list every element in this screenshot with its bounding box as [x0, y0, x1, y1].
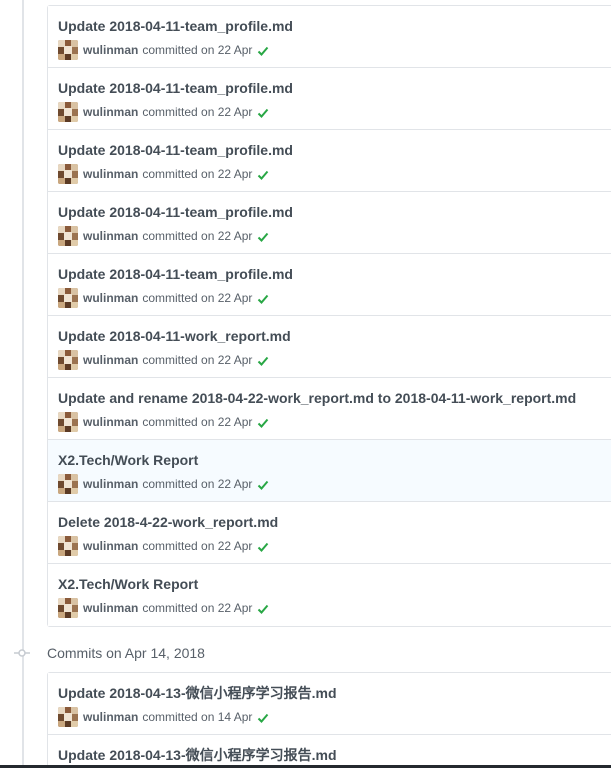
commit-date: committed on 22 Apr — [142, 601, 253, 615]
avatar[interactable] — [58, 164, 78, 184]
commit-date: committed on 22 Apr — [142, 43, 253, 57]
success-check-icon[interactable] — [257, 711, 269, 723]
commit-row: Update 2018-04-11-team_profile.md wulinm… — [48, 130, 611, 192]
success-check-icon[interactable] — [257, 354, 269, 366]
commit-row: X2.Tech/Work Report wulinman committed o… — [48, 564, 611, 626]
commit-title-link[interactable]: Update and rename 2018-04-22-work_report… — [58, 390, 611, 406]
commit-date: committed on 22 Apr — [142, 353, 253, 367]
commit-date: committed on 22 Apr — [142, 167, 253, 181]
commit-title-link[interactable]: Update 2018-04-11-team_profile.md — [58, 204, 611, 220]
commit-row: Update 2018-04-13-微信小程序学习报告.md wulinman … — [48, 673, 611, 735]
success-check-icon[interactable] — [257, 168, 269, 180]
commit-meta: wulinman committed on 22 Apr — [58, 412, 269, 432]
avatar[interactable] — [58, 536, 78, 556]
avatar[interactable] — [58, 102, 78, 122]
avatar[interactable] — [58, 40, 78, 60]
success-check-icon[interactable] — [257, 416, 269, 428]
success-check-icon[interactable] — [257, 292, 269, 304]
avatar[interactable] — [58, 598, 78, 618]
commit-title-link[interactable]: Update 2018-04-11-team_profile.md — [58, 266, 611, 282]
commit-author-link[interactable]: wulinman — [83, 601, 138, 615]
commit-author-link[interactable]: wulinman — [83, 291, 138, 305]
commit-row: Update 2018-04-11-team_profile.md wulinm… — [48, 6, 611, 68]
commit-group-date: Commits on Apr 14, 2018 — [47, 645, 205, 661]
avatar[interactable] — [58, 288, 78, 308]
commit-author-link[interactable]: wulinman — [83, 105, 138, 119]
commit-meta: wulinman committed on 22 Apr — [58, 102, 269, 122]
commit-author-link[interactable]: wulinman — [83, 353, 138, 367]
avatar[interactable] — [58, 412, 78, 432]
success-check-icon[interactable] — [257, 44, 269, 56]
commit-meta: wulinman committed on 22 Apr — [58, 164, 269, 184]
commit-meta: wulinman committed on 22 Apr — [58, 226, 269, 246]
success-check-icon[interactable] — [257, 540, 269, 552]
commit-title-link[interactable]: Update 2018-04-13-微信小程序学习报告.md — [58, 685, 611, 701]
commit-title-link[interactable]: X2.Tech/Work Report — [58, 452, 611, 468]
commit-title-link[interactable]: X2.Tech/Work Report — [58, 576, 611, 592]
commit-meta: wulinman committed on 22 Apr — [58, 598, 269, 618]
commit-row: Delete 2018-4-22-work_report.md wulinman… — [48, 502, 611, 564]
commit-title-link[interactable]: Update 2018-04-11-team_profile.md — [58, 18, 611, 34]
commit-group-heading: Commits on Apr 14, 2018 — [14, 643, 205, 663]
commit-row-highlighted: X2.Tech/Work Report wulinman committed o… — [48, 440, 611, 502]
commit-date: committed on 22 Apr — [142, 229, 253, 243]
commit-author-link[interactable]: wulinman — [83, 477, 138, 491]
commit-title-link[interactable]: Update 2018-04-11-work_report.md — [58, 328, 611, 344]
commit-meta: wulinman committed on 14 Apr — [58, 707, 269, 727]
commit-title-link[interactable]: Update 2018-04-11-team_profile.md — [58, 80, 611, 96]
commit-row: Update 2018-04-13-微信小程序学习报告.md — [48, 735, 611, 768]
commit-author-link[interactable]: wulinman — [83, 167, 138, 181]
commit-date: committed on 22 Apr — [142, 477, 253, 491]
commit-row: Update 2018-04-11-work_report.md wulinma… — [48, 316, 611, 378]
avatar[interactable] — [58, 226, 78, 246]
commit-row: Update 2018-04-11-team_profile.md wulinm… — [48, 68, 611, 130]
commit-date: committed on 22 Apr — [142, 415, 253, 429]
commit-row: Update and rename 2018-04-22-work_report… — [48, 378, 611, 440]
commit-title-link[interactable]: Update 2018-04-11-team_profile.md — [58, 142, 611, 158]
commit-date: committed on 22 Apr — [142, 291, 253, 305]
avatar[interactable] — [58, 350, 78, 370]
commit-row: Update 2018-04-11-team_profile.md wulinm… — [48, 192, 611, 254]
commit-date: committed on 14 Apr — [142, 710, 253, 724]
commit-author-link[interactable]: wulinman — [83, 43, 138, 57]
commit-meta: wulinman committed on 22 Apr — [58, 474, 269, 494]
commit-meta: wulinman committed on 22 Apr — [58, 536, 269, 556]
git-commit-icon — [14, 645, 30, 661]
commit-meta: wulinman committed on 22 Apr — [58, 350, 269, 370]
avatar[interactable] — [58, 474, 78, 494]
commit-date: committed on 22 Apr — [142, 105, 253, 119]
commit-author-link[interactable]: wulinman — [83, 229, 138, 243]
commit-list: Update 2018-04-13-微信小程序学习报告.md wulinman … — [47, 672, 611, 768]
success-check-icon[interactable] — [257, 230, 269, 242]
avatar[interactable] — [58, 707, 78, 727]
commit-meta: wulinman committed on 22 Apr — [58, 40, 269, 60]
commit-row: Update 2018-04-11-team_profile.md wulinm… — [48, 254, 611, 316]
commit-list: Update 2018-04-11-team_profile.md wulinm… — [47, 5, 611, 627]
commit-author-link[interactable]: wulinman — [83, 539, 138, 553]
commit-title-link[interactable]: Update 2018-04-13-微信小程序学习报告.md — [58, 747, 611, 763]
commit-author-link[interactable]: wulinman — [83, 710, 138, 724]
commit-date: committed on 22 Apr — [142, 539, 253, 553]
success-check-icon[interactable] — [257, 602, 269, 614]
commit-meta: wulinman committed on 22 Apr — [58, 288, 269, 308]
success-check-icon[interactable] — [257, 106, 269, 118]
success-check-icon[interactable] — [257, 478, 269, 490]
commit-history-page: Update 2018-04-11-team_profile.md wulinm… — [0, 0, 611, 768]
commit-title-link[interactable]: Delete 2018-4-22-work_report.md — [58, 514, 611, 530]
commit-author-link[interactable]: wulinman — [83, 415, 138, 429]
